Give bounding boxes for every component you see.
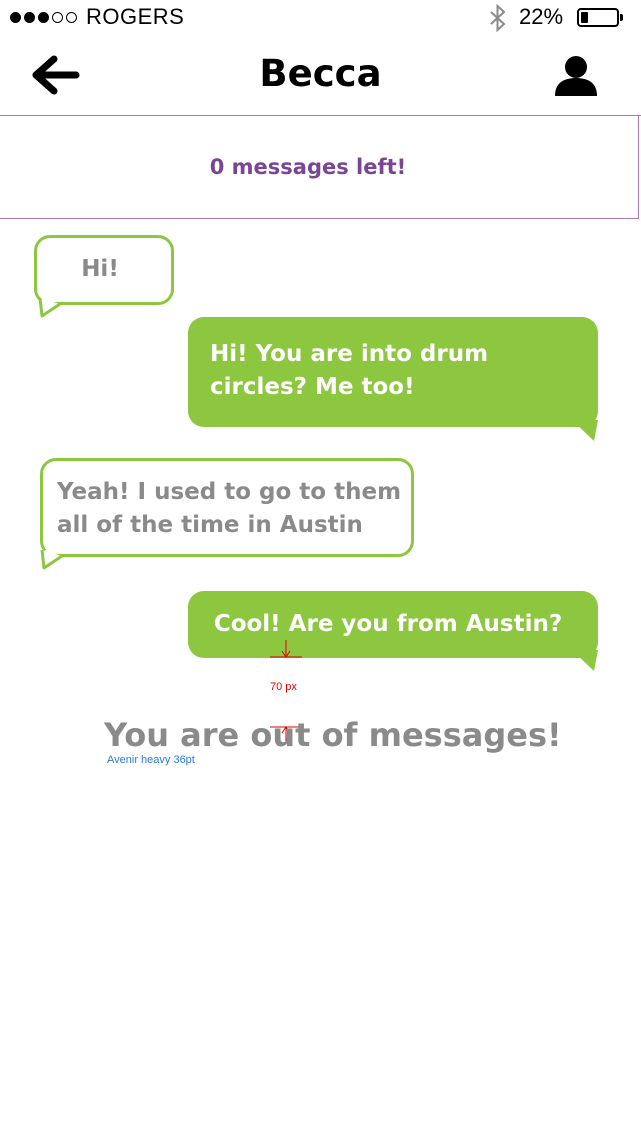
signal-dot [38,12,49,23]
incoming-message-bubble: Yeah! I used to go to them all of the ti… [40,458,414,557]
message-text: Cool! Are you from Austin? [213,611,563,637]
signal-dot [66,12,77,23]
messages-left-banner: 0 messages left! [0,115,639,219]
outgoing-message-bubble: Hi! You are into drum circles? Me too! [188,317,598,427]
spacing-annotation: 70 px [270,681,297,693]
conversation-title: Becca [259,52,382,95]
battery-tip [620,14,623,21]
outgoing-message-bubble: Cool! Are you from Austin? [188,591,598,658]
battery-icon [577,8,619,27]
signal-dot [24,12,35,23]
out-of-messages-notice: You are out of messages! [104,716,562,754]
messages-left-label: 0 messages left! [209,155,407,179]
signal-dot [10,12,21,23]
message-text: Yeah! I used to go to them all of the ti… [57,479,402,538]
bubble-tail [38,298,61,318]
font-annotation: Avenir heavy 36pt [107,754,195,766]
message-text: Hi! [81,256,119,282]
nav-bar: Becca [0,36,641,116]
battery-level [581,12,588,23]
message-text: Hi! You are into drum circles? Me too! [210,341,489,400]
signal-dot [52,12,63,23]
carrier-name: ROGERS [86,4,185,29]
person-icon[interactable] [553,55,599,101]
status-bar: ROGERS 22% [0,0,641,36]
bubble-tail [572,420,598,441]
bluetooth-icon [488,3,508,37]
signal-strength-icon [10,12,77,23]
bubble-tail [40,550,63,570]
bubble-tail [572,650,598,671]
incoming-message-bubble: Hi! [34,235,174,305]
battery-percentage: 22% [519,4,564,29]
